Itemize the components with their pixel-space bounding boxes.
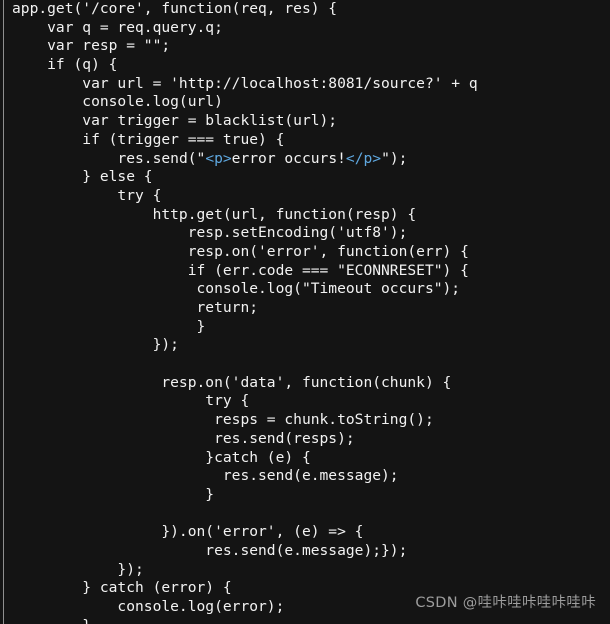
code-line: try { (12, 186, 162, 204)
code-line: res.send(resps); (12, 429, 355, 447)
code-screenshot-window: app.get('/core', function(req, res) { va… (0, 0, 610, 624)
html-tag-token: </p> (345, 149, 382, 167)
code-line: } (12, 485, 215, 503)
code-line: resps = chunk.toString(); (12, 411, 434, 429)
code-line: }catch (e) { (12, 448, 311, 466)
code-line: resp.on('error', function(err) { (12, 242, 469, 260)
code-line: console.log(url) (12, 93, 223, 111)
code-line: var resp = ""; (12, 37, 171, 55)
code-line: res.send(e.message);}); (12, 541, 408, 559)
code-line: res.send("<p>error occurs!</p>"); (117, 149, 408, 167)
code-line: }).on('error', (e) => { (12, 523, 364, 541)
code-line: try { (12, 392, 250, 410)
code-line: if (err.code === "ECONNRESET") { (12, 261, 469, 279)
code-line: resp.setEncoding('utf8'); (12, 224, 408, 242)
code-editor-area[interactable]: app.get('/core', function(req, res) { va… (12, 0, 610, 624)
code-line: res.send(e.message); (12, 467, 399, 485)
code-line: } (12, 317, 206, 335)
code-line: var trigger = blacklist(url); (12, 112, 338, 130)
code-line: http.get(url, function(resp) { (12, 205, 417, 223)
code-line: } (12, 617, 610, 624)
code-line: }); (12, 560, 144, 578)
html-tag-token: <p> (205, 149, 232, 167)
code-line: if (trigger === true) { (12, 130, 285, 148)
source-code-block[interactable]: app.get('/core', function(req, res) { va… (12, 0, 610, 624)
code-line: } else { (12, 168, 153, 186)
code-line: resp.on('data', function(chunk) { (12, 373, 452, 391)
left-gutter-rule (3, 0, 4, 624)
code-line: return; (12, 299, 259, 316)
code-line: app.get('/core', function(req, res) { (12, 0, 338, 17)
code-line: }); (12, 336, 179, 354)
code-line: if (q) { (12, 56, 118, 74)
csdn-watermark: CSDN @哇咔哇咔哇咔哇咔 (415, 595, 596, 611)
code-line: var q = req.query.q; (12, 18, 223, 36)
code-line: console.log("Timeout occurs"); (12, 280, 461, 298)
code-line: var url = 'http://localhost:8081/source?… (12, 74, 478, 92)
